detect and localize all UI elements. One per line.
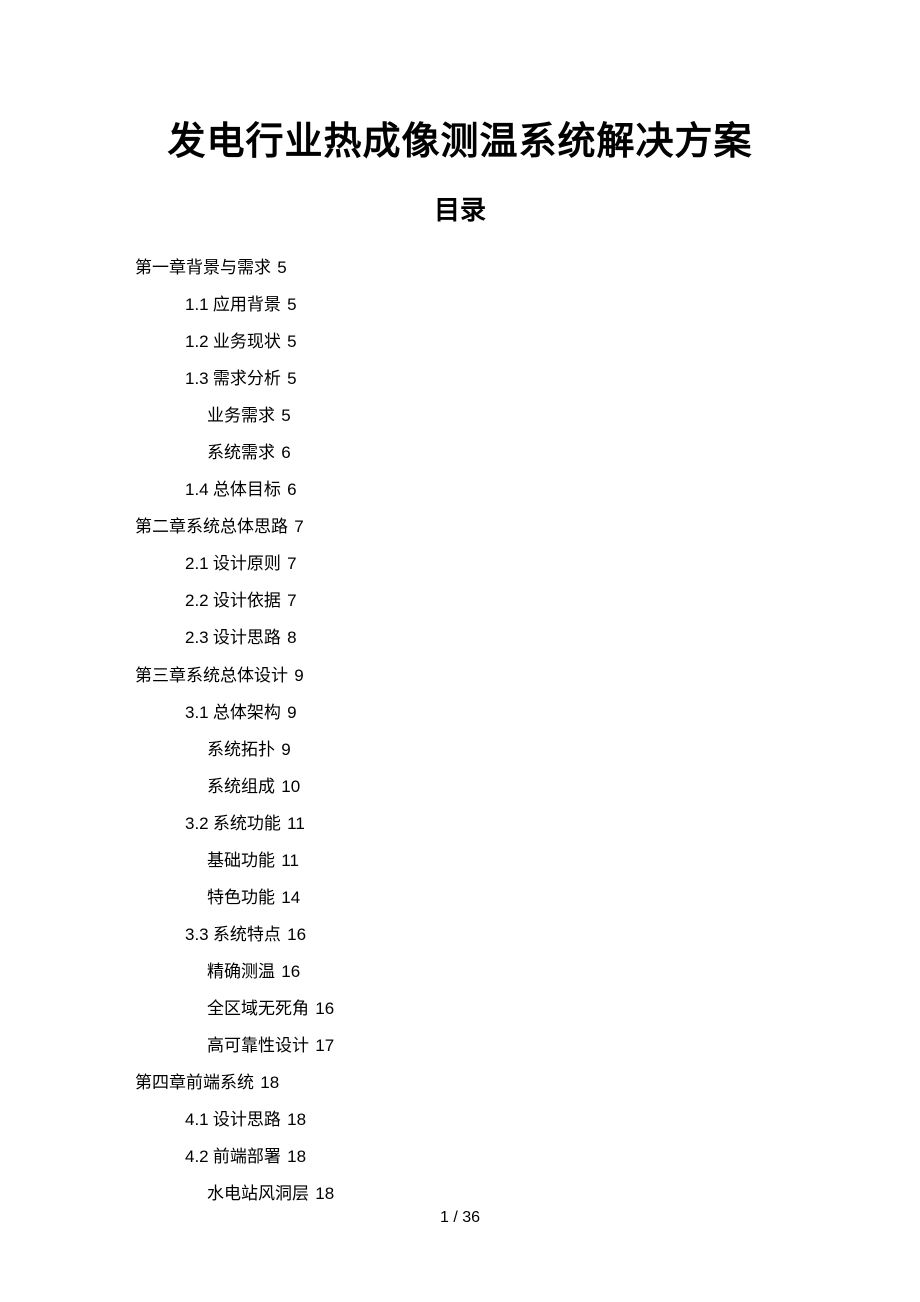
toc-entry: 1.3 需求分析 5 [185,360,785,397]
toc-entry-page: 5 [277,258,286,277]
toc-entry-label: 第三章系统总体设计 [135,666,288,685]
toc-entry-page: 10 [281,777,300,796]
toc-entry: 1.4 总体目标 6 [185,471,785,508]
toc-entry-label: 需求分析 [213,369,281,388]
toc-entry: 精确测温 16 [207,953,785,990]
toc-entry: 全区域无死角 16 [207,990,785,1027]
toc-entry-number: 2.2 [185,591,209,610]
toc-entry-page: 16 [315,999,334,1018]
toc-entry-page: 11 [281,851,299,870]
page-separator: / [449,1209,462,1226]
total-page-count: 36 [462,1209,480,1226]
toc-entry-label: 全区域无死角 [207,999,309,1018]
toc-entry-number: 3.3 [185,925,209,944]
toc-entry-label: 系统功能 [213,814,281,833]
toc-entry-page: 8 [287,628,296,647]
toc-entry: 高可靠性设计 17 [207,1027,785,1064]
toc-entry-number: 3.2 [185,814,209,833]
toc-entry-page: 17 [315,1036,334,1055]
toc-entry: 2.2 设计依据 7 [185,582,785,619]
toc-entry-page: 7 [294,517,303,536]
toc-entry-number: 1.3 [185,369,209,388]
toc-entry: 第一章背景与需求 5 [135,249,785,286]
page-footer: 1 / 36 [0,1209,920,1227]
toc-entry-page: 7 [287,554,296,573]
toc-entry: 3.2 系统功能 11 [185,805,785,842]
toc-entry: 4.1 设计思路 18 [185,1101,785,1138]
toc-entry-label: 水电站风洞层 [207,1184,309,1203]
toc-entry-label: 业务现状 [213,332,281,351]
toc-entry-label: 业务需求 [207,406,275,425]
toc-entry-label: 系统特点 [213,925,281,944]
toc-entry-page: 11 [287,814,305,833]
toc-entry-number: 4.2 [185,1147,209,1166]
toc-entry-page: 16 [281,962,300,981]
toc-entry: 系统组成 10 [207,768,785,805]
toc-entry-label: 设计思路 [213,1110,281,1129]
toc-entry-number: 2.3 [185,628,209,647]
toc-entry: 基础功能 11 [207,842,785,879]
toc-entry: 业务需求 5 [207,397,785,434]
toc-entry-label: 基础功能 [207,851,275,870]
toc-entry-label: 应用背景 [213,295,281,314]
toc-entry-page: 5 [287,295,296,314]
toc-entry-label: 高可靠性设计 [207,1036,309,1055]
toc-entry-label: 总体架构 [213,703,281,722]
toc-entry-page: 18 [260,1073,279,1092]
toc-entry-label: 系统需求 [207,443,275,462]
toc-entry-label: 前端部署 [213,1147,281,1166]
toc-entry: 1.1 应用背景 5 [185,286,785,323]
toc-entry: 系统拓扑 9 [207,731,785,768]
toc-entry-page: 5 [287,332,296,351]
toc-entry-number: 1.4 [185,480,209,499]
toc-entry-number: 4.1 [185,1110,209,1129]
toc-entry: 第三章系统总体设计 9 [135,657,785,694]
toc-entry-page: 14 [281,888,300,907]
toc-entry-label: 第四章前端系统 [135,1073,254,1092]
toc-entry-number: 1.1 [185,295,209,314]
toc-entry-page: 18 [287,1110,306,1129]
toc-heading: 目录 [135,190,785,227]
toc-entry-label: 特色功能 [207,888,275,907]
toc-entry-label: 系统组成 [207,777,275,796]
toc-entry-label: 设计原则 [213,554,281,573]
toc-entry-page: 16 [287,925,306,944]
toc-entry-page: 18 [315,1184,334,1203]
toc-entry-page: 6 [281,443,290,462]
toc-entry: 1.2 业务现状 5 [185,323,785,360]
toc-entry-number: 1.2 [185,332,209,351]
toc-entry-label: 第二章系统总体思路 [135,517,288,536]
toc-entry-page: 9 [294,666,303,685]
toc-entry-label: 精确测温 [207,962,275,981]
toc-entry: 系统需求 6 [207,434,785,471]
toc-entry-label: 设计依据 [213,591,281,610]
toc-entry: 2.3 设计思路 8 [185,619,785,656]
toc-entry-page: 5 [287,369,296,388]
toc-entry: 水电站风洞层 18 [207,1175,785,1212]
toc-entry: 特色功能 14 [207,879,785,916]
toc-entry-page: 9 [281,740,290,759]
toc-entry: 3.1 总体架构 9 [185,694,785,731]
toc-entry-label: 系统拓扑 [207,740,275,759]
document-page: 发电行业热成像测温系统解决方案 目录 第一章背景与需求 51.1 应用背景 51… [0,0,920,1212]
table-of-contents: 第一章背景与需求 51.1 应用背景 51.2 业务现状 51.3 需求分析 5… [135,249,785,1212]
document-title: 发电行业热成像测温系统解决方案 [135,110,785,165]
toc-entry-number: 3.1 [185,703,209,722]
toc-entry-label: 第一章背景与需求 [135,258,271,277]
toc-entry: 第四章前端系统 18 [135,1064,785,1101]
current-page-number: 1 [440,1209,449,1226]
toc-entry-number: 2.1 [185,554,209,573]
toc-entry-page: 9 [287,703,296,722]
toc-entry: 第二章系统总体思路 7 [135,508,785,545]
toc-entry-page: 5 [281,406,290,425]
toc-entry-label: 总体目标 [213,480,281,499]
toc-entry-page: 7 [287,591,296,610]
toc-entry: 2.1 设计原则 7 [185,545,785,582]
toc-entry-page: 18 [287,1147,306,1166]
toc-entry-label: 设计思路 [213,628,281,647]
toc-entry: 4.2 前端部署 18 [185,1138,785,1175]
toc-entry-page: 6 [287,480,296,499]
toc-entry: 3.3 系统特点 16 [185,916,785,953]
